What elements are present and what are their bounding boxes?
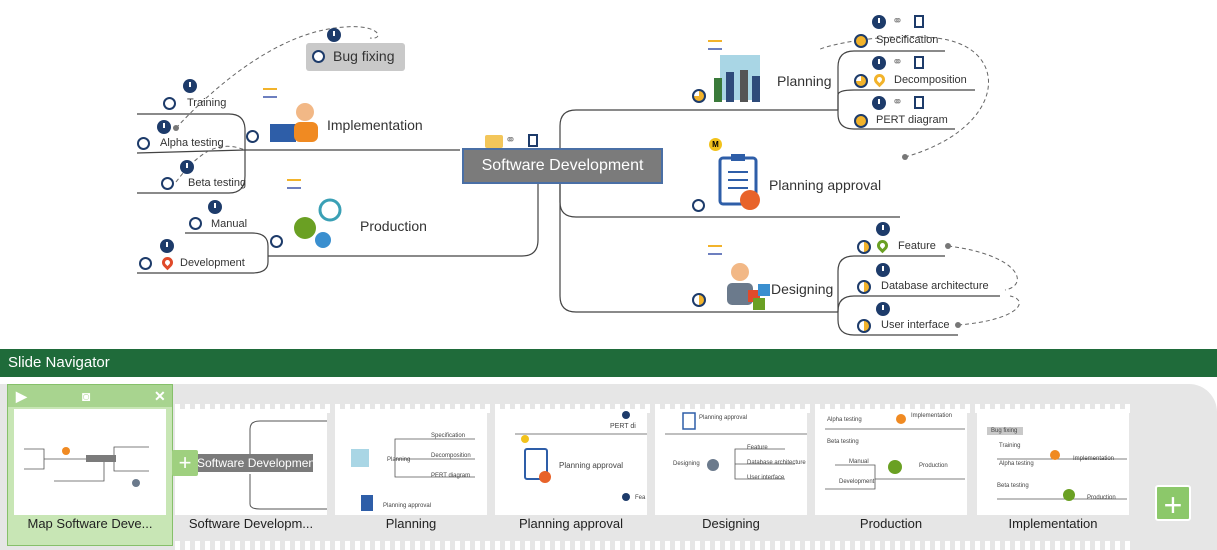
topic-production[interactable]: Production <box>360 218 427 234</box>
progress-icon <box>692 199 705 212</box>
progress-icon <box>312 50 325 63</box>
thumb-mindmap-overview <box>24 446 149 487</box>
clock-icon <box>872 56 886 70</box>
task-icon <box>708 40 722 50</box>
progress-icon <box>189 217 202 230</box>
progress-icon <box>246 130 259 143</box>
slide-toolbar: ▶ ◙ ✕ <box>8 385 172 407</box>
topic-planning[interactable]: Planning <box>777 73 832 89</box>
topic-feature[interactable]: Feature <box>898 240 936 252</box>
progress-icon <box>161 177 174 190</box>
clock-icon <box>876 222 890 236</box>
folder-icon <box>485 135 503 148</box>
note-icon <box>528 134 538 147</box>
slide-thumb-5[interactable]: Planning approval Designing Feature Data… <box>655 409 807 515</box>
slide-navigator-header: Slide Navigator <box>0 349 1217 377</box>
topic-bug-fixing[interactable]: Bug fixing <box>333 48 394 64</box>
clock-icon <box>183 79 197 93</box>
mindmap-canvas[interactable]: ⚭ Software Development Bug fixing Implem… <box>0 0 1217 347</box>
progress-icon <box>854 114 868 128</box>
slide-label-3[interactable]: Planning <box>331 516 491 531</box>
slide-thumb-6[interactable]: Alpha testing Implementation Beta testin… <box>815 409 967 515</box>
team-illustration <box>714 55 760 102</box>
clock-icon <box>327 28 341 42</box>
close-icon[interactable]: ✕ <box>154 388 166 405</box>
clipboard-illustration <box>718 154 760 210</box>
clock-icon <box>876 263 890 277</box>
camera-icon[interactable]: ◙ <box>82 388 90 404</box>
slide-thumb-7[interactable]: Bug fixing Training Alpha testing Implem… <box>977 409 1129 515</box>
slide-label-4[interactable]: Planning approval <box>491 516 651 531</box>
film-holes-bottom <box>175 541 1135 550</box>
slide-label-7[interactable]: Implementation <box>973 516 1133 531</box>
progress-icon <box>137 137 150 150</box>
clock-icon <box>160 239 174 253</box>
clock-icon <box>208 200 222 214</box>
topic-implementation[interactable]: Implementation <box>327 117 423 133</box>
clock-icon <box>876 302 890 316</box>
link-icon: ⚭ <box>892 54 903 69</box>
gears-illustration <box>294 198 342 248</box>
progress-icon <box>163 97 176 110</box>
topic-beta-testing[interactable]: Beta testing <box>188 177 246 189</box>
slide-thumb-1[interactable] <box>14 409 166 515</box>
task-icon <box>287 179 301 189</box>
topic-user-interface[interactable]: User interface <box>881 319 949 331</box>
progress-icon <box>854 74 868 88</box>
topic-alpha-testing[interactable]: Alpha testing <box>160 137 224 149</box>
task-icon <box>708 245 722 255</box>
slide-filmstrip[interactable]: ▶ ◙ ✕ Map Software Deve... Software Deve… <box>0 377 1217 550</box>
note-icon <box>914 96 924 109</box>
central-topic[interactable]: Software Development <box>462 148 663 184</box>
progress-icon <box>692 89 706 103</box>
progress-icon <box>139 257 152 270</box>
slide-thumb-3[interactable]: Planning Specification Decomposition PER… <box>335 409 487 515</box>
link-icon: ⚭ <box>505 132 516 147</box>
topic-pert-diagram[interactable]: PERT diagram <box>876 114 948 126</box>
topic-specification[interactable]: Specification <box>876 34 938 46</box>
slide-label-5[interactable]: Designing <box>651 516 811 531</box>
milestone-icon: M <box>709 138 722 151</box>
progress-icon <box>857 319 871 333</box>
progress-icon <box>692 293 706 307</box>
slide-label-6[interactable]: Production <box>811 516 971 531</box>
slide-thumb-4[interactable]: PERT di Planning approval Fea <box>495 409 647 515</box>
note-icon <box>914 15 924 28</box>
topic-planning-approval[interactable]: Planning approval <box>769 177 881 193</box>
link-icon: ⚭ <box>892 13 903 28</box>
clock-icon <box>872 15 886 29</box>
task-icon <box>263 88 277 98</box>
clock-icon <box>872 96 886 110</box>
topic-decomposition[interactable]: Decomposition <box>894 74 967 86</box>
progress-icon <box>857 240 871 254</box>
topic-database-architecture[interactable]: Database architecture <box>881 280 989 292</box>
play-icon[interactable]: ▶ <box>16 388 27 405</box>
clock-icon <box>180 160 194 174</box>
designer-illustration <box>727 263 770 310</box>
clock-icon <box>157 120 171 134</box>
slide-label-1[interactable]: Map Software Deve... <box>10 516 170 531</box>
progress-icon <box>857 280 871 294</box>
slide-label-2[interactable]: Software Developm... <box>171 516 331 531</box>
add-slide-big-button[interactable]: + <box>1155 485 1191 523</box>
progress-icon <box>854 34 868 48</box>
link-icon: ⚭ <box>892 94 903 109</box>
progress-icon <box>270 235 283 248</box>
add-slide-button[interactable]: + <box>172 450 198 476</box>
topic-manual[interactable]: Manual <box>211 218 247 230</box>
developer-illustration <box>270 103 318 142</box>
note-icon <box>914 56 924 69</box>
topic-designing[interactable]: Designing <box>771 281 833 297</box>
topic-training[interactable]: Training <box>187 97 226 109</box>
topic-development[interactable]: Development <box>180 257 245 269</box>
